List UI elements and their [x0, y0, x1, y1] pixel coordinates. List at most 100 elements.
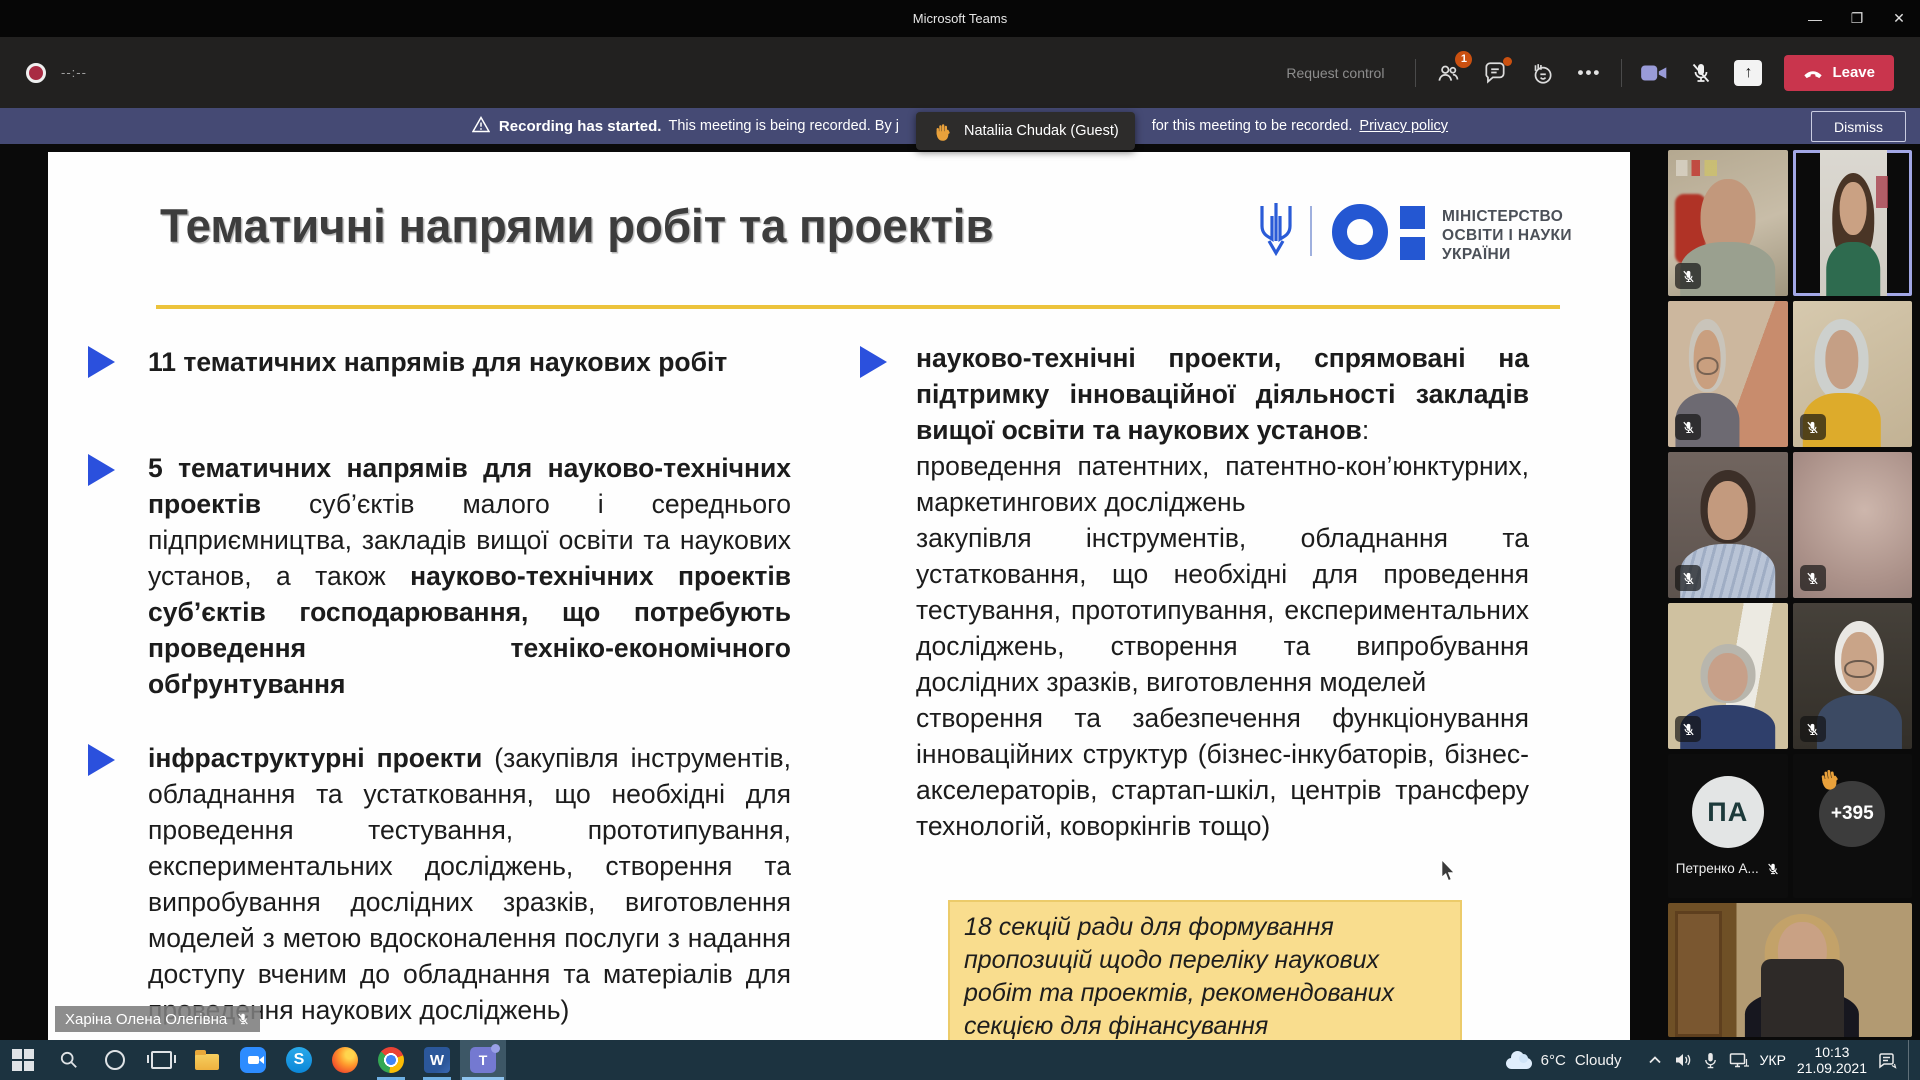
participant-tile[interactable] [1793, 301, 1913, 447]
raise-hand-icon [1529, 60, 1555, 86]
meeting-toolbar: --:-- Request control 1 [0, 37, 1920, 108]
network-button[interactable] [1729, 1052, 1749, 1069]
cortana-button[interactable] [92, 1040, 138, 1080]
date: 21.09.2021 [1797, 1060, 1867, 1076]
firefox-icon [332, 1047, 358, 1073]
mic-muted-icon [1805, 571, 1820, 586]
zoom-icon [240, 1047, 266, 1073]
word-app-button[interactable]: W [414, 1040, 460, 1080]
show-desktop-button[interactable] [1908, 1040, 1914, 1080]
camera-on-icon [1639, 60, 1669, 86]
request-control-button[interactable]: Request control [1286, 65, 1384, 81]
teams-app-button[interactable]: T [460, 1040, 506, 1080]
zoom-app-button[interactable] [230, 1040, 276, 1080]
participant-tile[interactable]: ПА Петренко А... [1668, 754, 1788, 898]
ministry-logo-icon [1332, 204, 1388, 260]
privacy-policy-link[interactable]: Privacy policy [1359, 118, 1448, 134]
participant-tile[interactable] [1793, 150, 1913, 296]
close-button[interactable]: ✕ [1878, 0, 1920, 37]
ukraine-trident-logo [1256, 200, 1296, 258]
mic-toggle-button[interactable] [1686, 58, 1716, 88]
leave-button[interactable]: Leave [1784, 55, 1894, 91]
speaker-icon [1674, 1052, 1692, 1068]
raised-hand-icon [1815, 763, 1845, 798]
participant-tile[interactable] [1668, 603, 1788, 749]
chrome-app-button[interactable] [368, 1040, 414, 1080]
participant-tile[interactable] [1793, 452, 1913, 598]
participant-tile[interactable] [1668, 301, 1788, 447]
avatar: ПА [1692, 776, 1764, 848]
reactions-button[interactable] [1527, 58, 1557, 88]
weather-condition: Cloudy [1575, 1052, 1622, 1069]
mic-muted-badge [1800, 414, 1826, 440]
participant-tile[interactable] [1668, 150, 1788, 296]
participant-video [1692, 903, 1912, 1037]
notification-icon [1878, 1052, 1897, 1069]
participant-tile[interactable]: +395 [1793, 754, 1913, 898]
window-title: Microsoft Teams [913, 11, 1007, 26]
participant-video [1820, 150, 1887, 296]
mic-muted-icon [1689, 61, 1713, 85]
mic-muted-badge [1675, 263, 1701, 289]
mic-muted-icon [1681, 571, 1696, 586]
mic-muted-icon [1681, 420, 1696, 435]
search-icon [59, 1050, 79, 1070]
participant-tile[interactable] [1668, 903, 1912, 1037]
share-button[interactable]: ↑ [1733, 58, 1763, 88]
participants-button[interactable]: 1 [1433, 58, 1463, 88]
minimize-button[interactable]: — [1794, 0, 1836, 37]
taskbar-weather[interactable]: 6°C Cloudy [1506, 1052, 1622, 1069]
dismiss-button[interactable]: Dismiss [1811, 111, 1906, 142]
bullet-triangle-icon [88, 454, 115, 486]
tray-mic-button[interactable] [1703, 1052, 1718, 1069]
firefox-app-button[interactable] [322, 1040, 368, 1080]
presenter-name-overlay: Харіна Олена Олегівна [55, 1006, 260, 1032]
chrome-icon [378, 1047, 404, 1073]
slide-title: Тематичні напрями робіт та проектів [160, 198, 993, 253]
skype-icon: S [286, 1047, 312, 1073]
mic-muted-badge [1675, 716, 1701, 742]
weather-temp: 6°C [1541, 1052, 1566, 1069]
task-view-button[interactable] [138, 1040, 184, 1080]
meeting-timer: --:-- [61, 65, 87, 80]
shared-screen-slide: Тематичні напрями робіт та проектів МІНІ… [48, 152, 1630, 1040]
bullet-triangle-icon [88, 744, 115, 776]
bullet-triangle-icon [88, 346, 115, 378]
mic-muted-icon [236, 1012, 250, 1026]
participant-tile[interactable] [1668, 452, 1788, 598]
skype-app-button[interactable]: S [276, 1040, 322, 1080]
participants-badge: 1 [1455, 51, 1472, 68]
task-view-icon [151, 1051, 172, 1069]
participant-tile[interactable] [1793, 603, 1913, 749]
cortana-icon [105, 1050, 125, 1070]
action-center-button[interactable] [1878, 1052, 1897, 1069]
start-button[interactable] [0, 1040, 46, 1080]
toolbar-divider [1415, 59, 1416, 87]
mic-muted-badge [1675, 565, 1701, 591]
file-explorer-button[interactable] [184, 1040, 230, 1080]
ministry-name: МІНІСТЕРСТВО ОСВІТИ І НАУКИ УКРАЇНИ [1442, 207, 1572, 264]
raised-hand-icon [1815, 763, 1844, 792]
raised-hand-toast[interactable]: Nataliia Chudak (Guest) [916, 112, 1135, 150]
presenter-name: Харіна Олена Олегівна [65, 1011, 227, 1028]
taskbar-clock[interactable]: 10:13 21.09.2021 [1797, 1044, 1867, 1076]
restore-button[interactable]: ❐ [1836, 0, 1878, 37]
share-icon: ↑ [1734, 60, 1762, 86]
chevron-up-icon [1647, 1052, 1663, 1068]
chat-button[interactable] [1480, 58, 1510, 88]
warning-icon [472, 116, 490, 137]
volume-button[interactable] [1674, 1052, 1692, 1068]
slide-bullet-1: 11 тематичних напрямів для наукових робі… [148, 344, 778, 380]
more-options-button[interactable]: ••• [1574, 58, 1604, 88]
leave-label: Leave [1832, 64, 1875, 81]
camera-toggle-button[interactable] [1639, 58, 1669, 88]
mic-muted-icon [1681, 722, 1696, 737]
language-indicator[interactable]: УКР [1760, 1052, 1786, 1068]
toolbar-divider [1621, 59, 1622, 87]
time: 10:13 [1797, 1044, 1867, 1060]
mic-muted-icon [1681, 269, 1696, 284]
hidden-icons-button[interactable] [1647, 1052, 1663, 1068]
cloud-icon [1506, 1058, 1532, 1069]
mic-muted-icon [1805, 722, 1820, 737]
taskbar-search[interactable] [46, 1040, 92, 1080]
